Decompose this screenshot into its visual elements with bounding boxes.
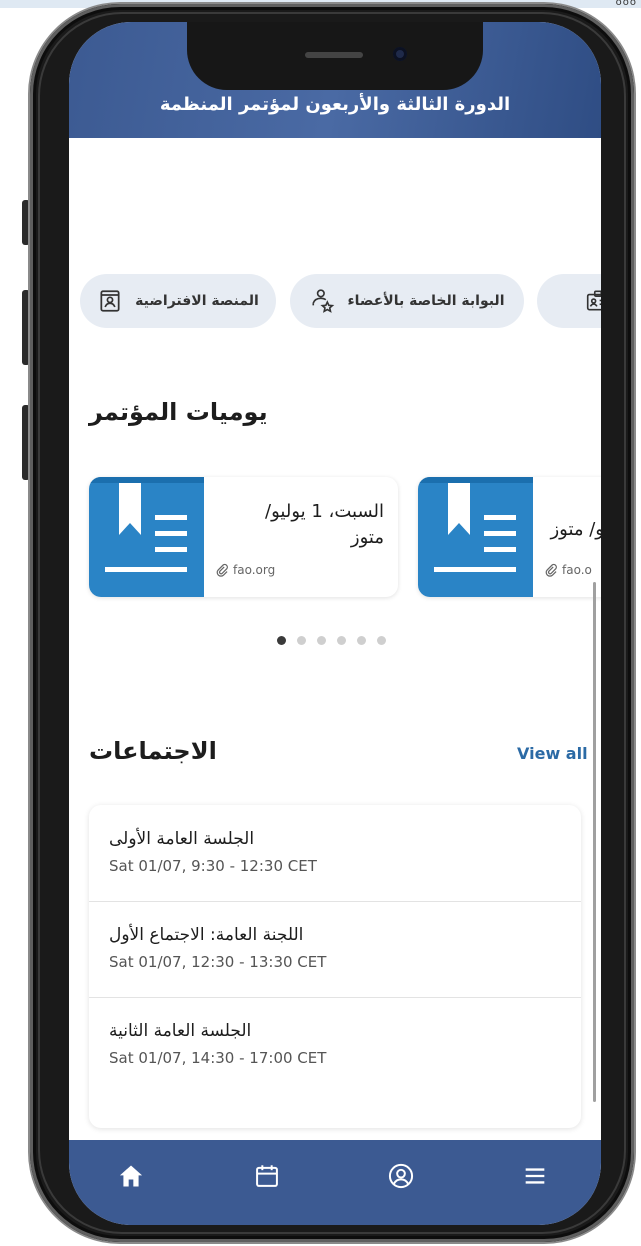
mute-switch bbox=[22, 200, 30, 245]
meetings-section-title: الاجتماعات bbox=[89, 737, 217, 765]
pager-dot[interactable] bbox=[377, 636, 386, 645]
meeting-time: Sat 01/07, 9:30 - 12:30 CET bbox=[109, 857, 317, 875]
paperclip-icon bbox=[545, 563, 557, 577]
id-card-icon bbox=[586, 290, 601, 311]
meeting-row[interactable]: الجلسة العامة الثانية Sat 01/07, 14:30 -… bbox=[89, 997, 581, 1093]
meetings-list: الجلسة العامة الأولى Sat 01/07, 9:30 - 1… bbox=[89, 805, 581, 1128]
home-icon bbox=[119, 1165, 143, 1187]
front-camera bbox=[393, 47, 407, 61]
pager-dot[interactable] bbox=[337, 636, 346, 645]
volume-down-button bbox=[22, 405, 30, 480]
daily-card-title-line1: و/ متوز bbox=[550, 519, 601, 540]
daily-card-link[interactable]: fao.o bbox=[544, 563, 592, 577]
page-title: الدورة الثالثة والأربعون لمؤتمر المنظمة bbox=[159, 94, 511, 115]
daily-card-title-line2: متوز bbox=[350, 527, 384, 548]
meeting-time: Sat 01/07, 12:30 - 13:30 CET bbox=[109, 953, 327, 971]
app-screen: الدورة الثالثة والأربعون لمؤتمر المنظمة … bbox=[69, 22, 601, 1225]
speaker-grille bbox=[305, 52, 363, 58]
quick-links-row: المنصة الافتراضية البوابة الخاصة بالأعضا… bbox=[69, 274, 601, 330]
chip-partial[interactable]: ت bbox=[537, 274, 601, 328]
view-all-link[interactable]: View all bbox=[517, 744, 588, 763]
daily-card-title-line1: السبت، 1 يوليو/ bbox=[265, 501, 384, 522]
member-star-icon bbox=[311, 289, 334, 313]
bottom-nav bbox=[69, 1140, 601, 1225]
user-circle-icon bbox=[388, 1163, 414, 1189]
nav-menu-button[interactable] bbox=[517, 1158, 553, 1194]
nav-calendar-button[interactable] bbox=[249, 1158, 285, 1194]
daily-card-title: السبت، 1 يوليو/ متوز bbox=[215, 499, 384, 551]
daily-section-title: يوميات المؤتمر bbox=[89, 398, 268, 426]
nav-home-button[interactable] bbox=[113, 1158, 149, 1194]
daily-card-title: و/ متوز bbox=[544, 517, 601, 543]
daily-card-link-text: fao.o bbox=[562, 563, 592, 577]
pager-dot[interactable] bbox=[317, 636, 326, 645]
chip-member-portal[interactable]: البوابة الخاصة بالأعضاء bbox=[290, 274, 524, 328]
daily-card-link-text: fao.org bbox=[233, 563, 276, 577]
phone-notch bbox=[187, 22, 483, 90]
document-bookmark-icon bbox=[89, 477, 204, 597]
meeting-time: Sat 01/07, 14:30 - 17:00 CET bbox=[109, 1049, 327, 1067]
calendar-icon bbox=[256, 1165, 278, 1187]
chip-label: البوابة الخاصة بالأعضاء bbox=[347, 293, 505, 309]
paperclip-icon bbox=[216, 563, 228, 577]
pager-dot[interactable] bbox=[357, 636, 366, 645]
edge-dots: ooo bbox=[615, 0, 637, 8]
meeting-title: الجلسة العامة الأولى bbox=[109, 829, 255, 849]
document-bookmark-icon bbox=[418, 477, 533, 597]
meeting-row[interactable]: اللجنة العامة: الاجتماع الأول Sat 01/07,… bbox=[89, 901, 581, 998]
nav-profile-button[interactable] bbox=[383, 1158, 419, 1194]
chip-label: المنصة الافتراضية bbox=[135, 293, 259, 309]
chip-virtual-platform[interactable]: المنصة الافتراضية bbox=[80, 274, 276, 328]
carousel-pager[interactable] bbox=[277, 636, 386, 645]
id-badge-icon bbox=[100, 290, 120, 312]
meeting-title: اللجنة العامة: الاجتماع الأول bbox=[109, 925, 304, 945]
meeting-title: الجلسة العامة الثانية bbox=[109, 1021, 252, 1041]
pager-dot[interactable] bbox=[297, 636, 306, 645]
pager-dot[interactable] bbox=[277, 636, 286, 645]
daily-card[interactable]: السبت، 1 يوليو/ متوز fao.org bbox=[89, 477, 398, 597]
daily-card[interactable]: و/ متوز fao.o bbox=[418, 477, 601, 597]
app-header: الدورة الثالثة والأربعون لمؤتمر المنظمة bbox=[69, 22, 601, 138]
scrollbar[interactable] bbox=[593, 582, 596, 1102]
volume-up-button bbox=[22, 290, 30, 365]
meeting-row[interactable]: الجلسة العامة الأولى Sat 01/07, 9:30 - 1… bbox=[89, 805, 581, 902]
hamburger-menu-icon bbox=[525, 1168, 545, 1184]
daily-card-link[interactable]: fao.org bbox=[215, 563, 275, 577]
